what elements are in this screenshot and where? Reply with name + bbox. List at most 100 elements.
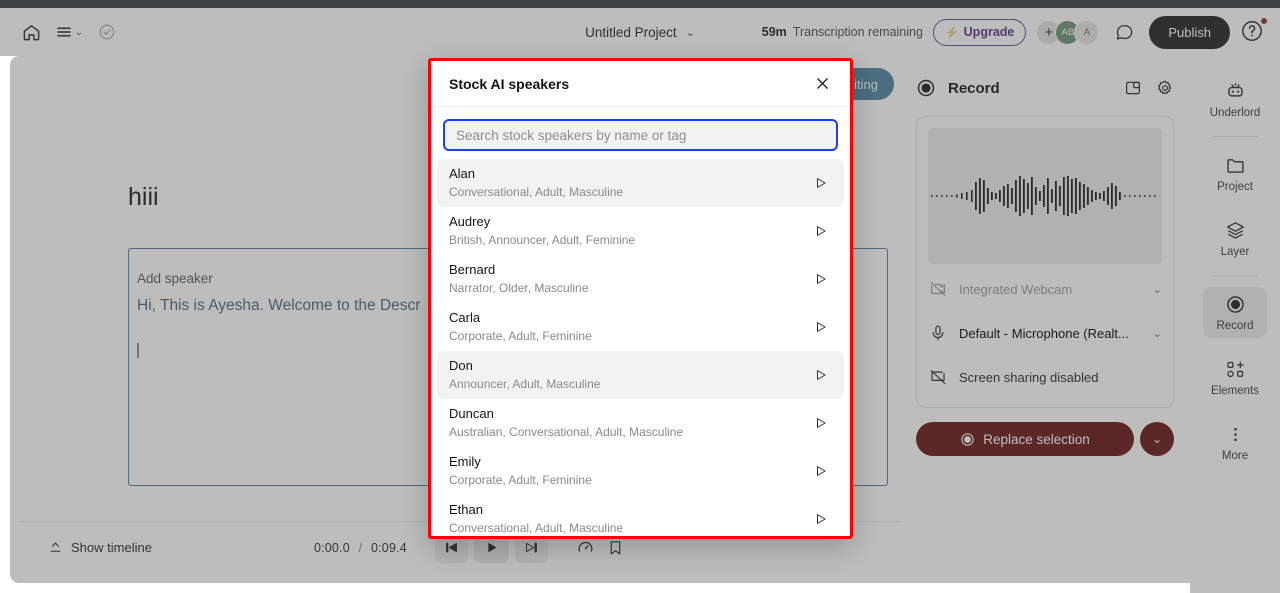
sidebar-item-layer[interactable]: Layer — [1203, 213, 1267, 264]
top-bar-left: ⌄ — [0, 15, 124, 49]
sidebar-item-label: Underlord — [1209, 107, 1261, 119]
replace-selection-row: Replace selection ⌄ — [916, 422, 1174, 456]
check-circle-icon[interactable] — [90, 15, 124, 49]
help-button[interactable] — [1240, 18, 1267, 45]
publish-button[interactable]: Publish — [1149, 15, 1230, 49]
list-item[interactable]: Bernard Narrator, Older, Masculine — [437, 255, 844, 303]
comment-bubble-icon[interactable] — [1109, 17, 1139, 47]
writing-mode-label: iting — [854, 76, 878, 92]
timeline-toggle-icon — [48, 540, 63, 555]
speaker-info: Carla Corporate, Adult, Feminine — [449, 309, 810, 345]
sidebar-item-more[interactable]: More — [1203, 417, 1267, 468]
time-separator: / — [358, 540, 363, 555]
screen-share-row[interactable]: Screen sharing disabled — [928, 358, 1162, 396]
play-triangle-icon[interactable] — [810, 368, 832, 382]
list-item[interactable]: Emily Corporate, Adult, Feminine — [437, 447, 844, 495]
list-item[interactable]: Audrey British, Announcer, Adult, Femini… — [437, 207, 844, 255]
microphone-selector[interactable]: Default - Microphone (Realt... ⌄ — [928, 314, 1162, 352]
speaker-tags: Corporate, Adult, Feminine — [449, 329, 592, 343]
sidebar-item-project[interactable]: Project — [1203, 148, 1267, 199]
chevron-down-icon[interactable]: ⌄ — [1153, 327, 1162, 340]
record-circle-icon — [916, 78, 936, 98]
play-triangle-icon[interactable] — [810, 224, 832, 238]
play-triangle-icon[interactable] — [810, 272, 832, 286]
stock-ai-speakers-dialog: Stock AI speakers Alan Conversational, A… — [428, 58, 853, 539]
replace-options-chevron-down-icon[interactable]: ⌄ — [1140, 422, 1174, 456]
transcription-label: Transcription remaining — [792, 25, 923, 39]
elements-add-icon — [1225, 359, 1246, 380]
upgrade-button[interactable]: ⚡ Upgrade — [932, 18, 1027, 46]
microphone-icon — [928, 324, 948, 342]
record-panel-header-icons — [1124, 79, 1174, 97]
folder-icon — [1225, 155, 1246, 176]
speaker-info: Bernard Narrator, Older, Masculine — [449, 261, 810, 297]
speaker-tags: British, Announcer, Adult, Feminine — [449, 233, 636, 247]
bookmark-icon[interactable] — [607, 539, 624, 556]
speaker-name: Don — [449, 358, 473, 373]
menu-chevron-down-icon: ⌄ — [74, 26, 84, 38]
sidebar-item-label: Project — [1217, 181, 1253, 193]
notification-dot — [1261, 18, 1267, 24]
document-title[interactable]: hiii — [128, 183, 159, 212]
replace-selection-button[interactable]: Replace selection — [916, 422, 1134, 456]
page-title[interactable]: Untitled Project — [585, 25, 677, 40]
more-vertical-icon — [1225, 424, 1246, 445]
speaker-list[interactable]: Alan Conversational, Adult, Masculine Au… — [431, 159, 850, 536]
chevron-down-icon[interactable]: ⌄ — [1153, 283, 1162, 296]
gear-icon[interactable] — [1156, 79, 1174, 97]
playback-speed-icon[interactable] — [576, 538, 595, 557]
sidebar-item-underlord[interactable]: Underlord — [1203, 74, 1267, 125]
waveform-graphic — [931, 176, 1156, 216]
sidebar-item-label: Elements — [1211, 385, 1259, 397]
play-triangle-icon[interactable] — [810, 512, 832, 526]
show-timeline-button[interactable]: Show timeline — [48, 540, 152, 555]
speaker-name: Duncan — [449, 406, 494, 421]
speaker-tags: Australian, Conversational, Adult, Mascu… — [449, 425, 684, 439]
play-triangle-icon[interactable] — [810, 320, 832, 334]
camera-selector[interactable]: Integrated Webcam ⌄ — [928, 270, 1162, 308]
list-item[interactable]: Alan Conversational, Adult, Masculine — [437, 159, 844, 207]
list-item[interactable]: Ethan Conversational, Adult, Masculine — [437, 495, 844, 536]
window-chrome-strip — [0, 0, 1280, 8]
speaker-tags: Conversational, Adult, Masculine — [449, 521, 624, 535]
speaker-info: Alan Conversational, Adult, Masculine — [449, 165, 810, 201]
project-chevron-down-icon[interactable]: ⌄ — [686, 26, 695, 39]
sidebar-item-label: Layer — [1220, 246, 1250, 258]
collaborator-avatars: + AB A — [1036, 19, 1100, 45]
list-item[interactable]: Carla Corporate, Adult, Feminine — [437, 303, 844, 351]
dialog-title: Stock AI speakers — [449, 75, 570, 92]
play-triangle-icon[interactable] — [810, 176, 832, 190]
speaker-tags: Corporate, Adult, Feminine — [449, 473, 592, 487]
avatar[interactable]: A — [1074, 19, 1100, 45]
right-rail: Underlord Project Layer Record Elements … — [1190, 56, 1280, 593]
record-device-box: Integrated Webcam ⌄ Default - Microphone… — [916, 116, 1174, 408]
speaker-name: Bernard — [449, 262, 496, 277]
sidebar-item-label: Record — [1216, 320, 1254, 332]
hamburger-menu-icon[interactable]: ⌄ — [52, 15, 86, 49]
rail-divider — [1212, 136, 1258, 137]
speaker-name: Emily — [449, 454, 481, 469]
audio-waveform — [928, 128, 1162, 264]
show-timeline-label: Show timeline — [71, 540, 152, 555]
list-item[interactable]: Duncan Australian, Conversational, Adult… — [437, 399, 844, 447]
microphone-label: Default - Microphone (Realt... — [959, 325, 1129, 341]
pop-out-window-icon[interactable] — [1124, 79, 1142, 97]
top-bar-right: 59m Transcription remaining ⚡ Upgrade + … — [762, 15, 1280, 49]
speaker-tags: Conversational, Adult, Masculine — [449, 185, 624, 199]
speaker-name: Carla — [449, 310, 481, 325]
close-icon[interactable] — [810, 72, 834, 96]
sidebar-item-record[interactable]: Record — [1203, 287, 1267, 338]
transcription-remaining: 59m Transcription remaining — [762, 25, 923, 39]
text-caret — [137, 343, 139, 359]
search-input[interactable] — [443, 119, 838, 151]
play-triangle-icon[interactable] — [810, 416, 832, 430]
upgrade-label: Upgrade — [963, 25, 1015, 39]
replace-selection-label: Replace selection — [983, 431, 1090, 447]
play-triangle-icon[interactable] — [810, 464, 832, 478]
list-item[interactable]: Don Announcer, Adult, Masculine — [437, 351, 844, 399]
home-icon[interactable] — [14, 15, 48, 49]
speaker-name: Audrey — [449, 214, 491, 229]
sidebar-item-elements[interactable]: Elements — [1203, 352, 1267, 403]
record-panel-header: Record — [916, 70, 1174, 106]
speaker-tags: Announcer, Adult, Masculine — [449, 377, 601, 391]
